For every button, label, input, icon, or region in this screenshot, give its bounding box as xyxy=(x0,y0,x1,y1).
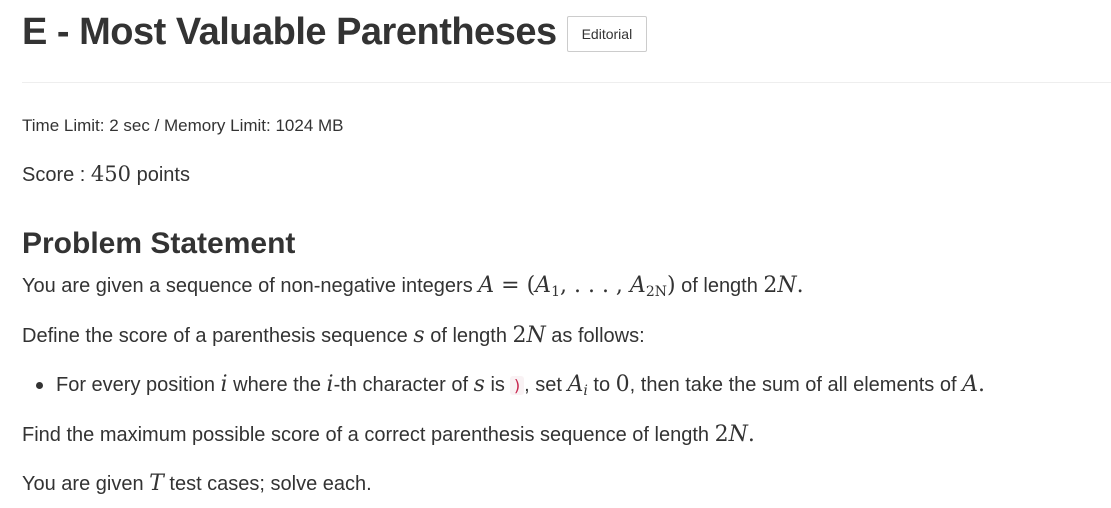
rule-list-item: For every position i where the i-th char… xyxy=(36,371,985,405)
math-var: T xyxy=(149,471,164,496)
title-row: E - Most Valuable Parentheses Editorial xyxy=(22,8,648,56)
math-op: = ( xyxy=(494,273,536,298)
math-sub: 2N xyxy=(645,284,667,300)
math-var: A xyxy=(962,372,978,397)
score-line: Score : 450 points xyxy=(22,160,190,189)
math-var: A xyxy=(478,273,495,298)
bullet-dot xyxy=(36,382,43,389)
math-op: ) xyxy=(666,273,676,298)
text: Define the score of a parenthesis sequen… xyxy=(22,325,414,347)
score-prefix: Score : xyxy=(22,164,91,186)
math-sub: 1 xyxy=(551,284,560,300)
text: is xyxy=(484,374,511,396)
statement-paragraph-2: Define the score of a parenthesis sequen… xyxy=(22,322,645,350)
math-num: 2 xyxy=(763,273,778,298)
score-value: 450 xyxy=(90,162,132,186)
math-var: A xyxy=(629,273,646,298)
math-var: N xyxy=(728,422,748,447)
problem-statement-heading: Problem Statement xyxy=(22,227,296,260)
math-var: s xyxy=(473,372,485,397)
text: For every position xyxy=(56,374,221,396)
math-var: i xyxy=(326,372,334,397)
math-var: N xyxy=(526,323,546,348)
text: of length xyxy=(675,275,764,297)
text: , set xyxy=(524,374,568,396)
text: of length xyxy=(424,325,513,347)
math-op: . xyxy=(977,372,985,397)
math-num: 2 xyxy=(512,323,527,348)
math-op: , . . . , xyxy=(559,273,630,298)
limits-text: Time Limit: 2 sec / Memory Limit: 1024 M… xyxy=(22,116,344,135)
statement-paragraph-4: You are given T test cases; solve each. xyxy=(22,470,372,498)
page-title: E - Most Valuable Parentheses xyxy=(22,11,557,53)
editorial-button[interactable]: Editorial xyxy=(566,16,648,52)
text: Find the maximum possible score of a cor… xyxy=(22,424,715,446)
score-suffix: points xyxy=(131,164,190,186)
inline-code: ) xyxy=(510,376,525,395)
math-var: s xyxy=(413,323,425,348)
math-op: . xyxy=(747,422,755,447)
text: , then take the sum of all elements of xyxy=(629,374,963,396)
text: where the xyxy=(227,374,327,396)
statement-paragraph-1: You are given a sequence of non-negative… xyxy=(22,272,804,306)
math-num: 0 xyxy=(615,372,630,397)
text: -th character of xyxy=(333,374,474,396)
text: test cases; solve each. xyxy=(163,473,372,495)
text: You are given a sequence of non-negative… xyxy=(22,275,479,297)
math-var: N xyxy=(777,273,797,298)
text: You are given xyxy=(22,473,150,495)
math-var: A xyxy=(567,372,584,397)
math-var: i xyxy=(220,372,228,397)
math-num: 2 xyxy=(714,422,729,447)
math-var: A xyxy=(535,273,552,298)
text: to xyxy=(587,374,616,396)
statement-paragraph-3: Find the maximum possible score of a cor… xyxy=(22,421,755,449)
text: as follows: xyxy=(545,325,645,347)
divider xyxy=(22,82,1111,83)
math-op: . xyxy=(796,273,804,298)
